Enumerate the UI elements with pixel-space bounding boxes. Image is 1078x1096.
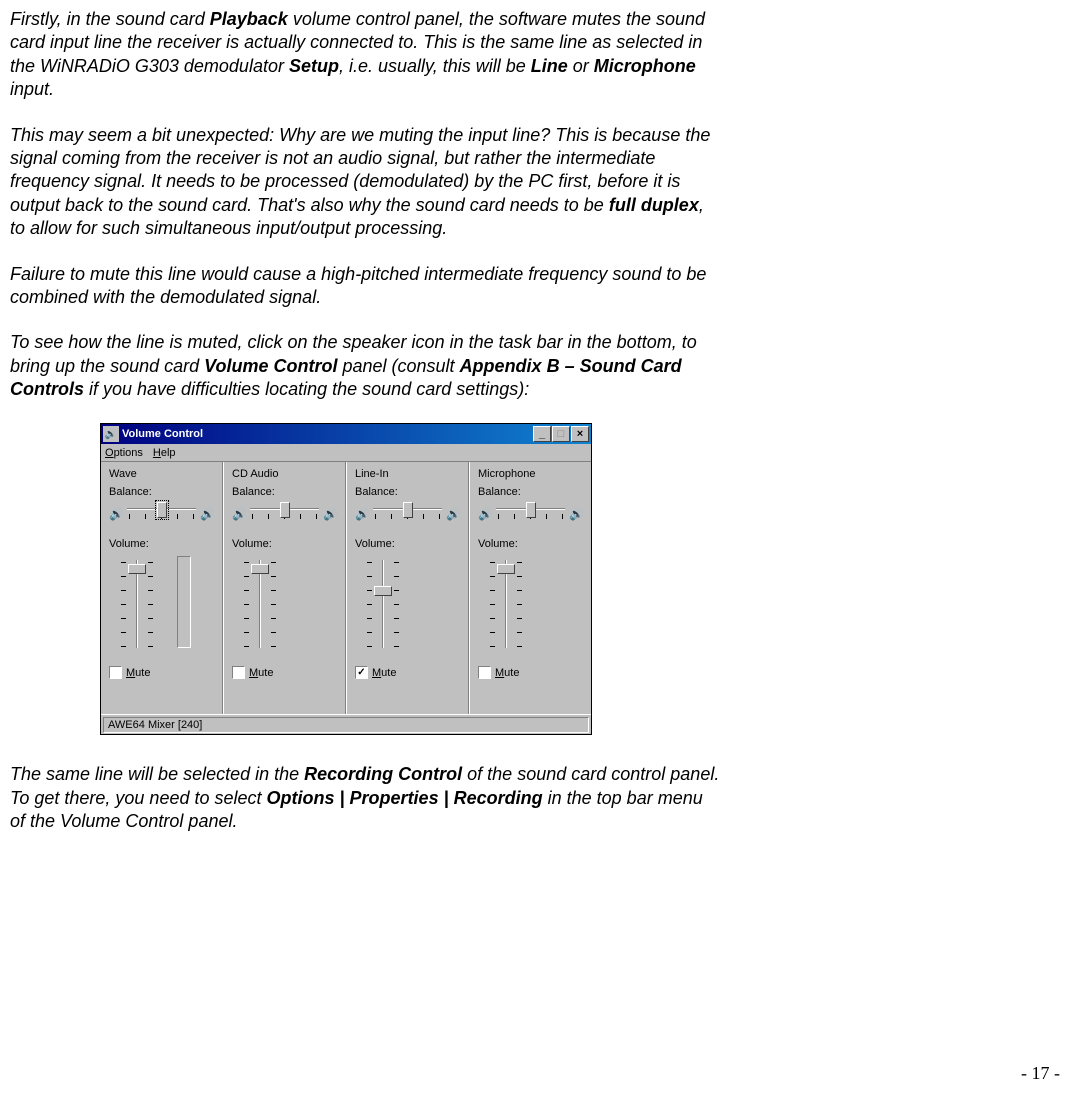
mixer-column-wave: WaveBalance:🔊🔊Volume:Mute	[101, 462, 223, 714]
app-icon: 🔊	[103, 426, 119, 442]
balance-control[interactable]: 🔊🔊	[109, 504, 214, 524]
titlebar[interactable]: 🔊 Volume Control _ □ ×	[101, 424, 591, 444]
mute-label: Mute	[372, 667, 396, 679]
paragraph-2: This may seem a bit unexpected: Why are …	[10, 124, 720, 241]
balance-control[interactable]: 🔊🔊	[232, 504, 337, 524]
paragraph-3: Failure to mute this line would cause a …	[10, 263, 720, 310]
volume-control-window: 🔊 Volume Control _ □ × Options Help Wave…	[100, 423, 592, 735]
mute-checkbox[interactable]	[232, 666, 245, 679]
maximize-button[interactable]: □	[552, 426, 570, 442]
balance-label: Balance:	[478, 486, 521, 498]
balance-label: Balance:	[232, 486, 275, 498]
speaker-left-icon: 🔊	[478, 507, 492, 521]
mixer-column-microphone: MicrophoneBalance:🔊🔊Volume:Mute	[469, 462, 591, 714]
speaker-right-icon: 🔊	[200, 507, 214, 521]
mute-label: Mute	[495, 667, 519, 679]
mute-checkbox[interactable]	[478, 666, 491, 679]
balance-slider[interactable]	[250, 504, 319, 524]
menu-help[interactable]: Help	[153, 447, 176, 459]
speaker-right-icon: 🔊	[323, 507, 337, 521]
volume-slider[interactable]	[490, 556, 522, 652]
speaker-right-icon: 🔊	[446, 507, 460, 521]
speaker-left-icon: 🔊	[232, 507, 246, 521]
speaker-right-icon: 🔊	[569, 507, 583, 521]
mute-control[interactable]: Mute	[478, 666, 519, 679]
balance-slider[interactable]	[127, 504, 196, 524]
column-title: Wave	[109, 468, 137, 480]
menubar: Options Help	[101, 444, 591, 462]
mixer-body: WaveBalance:🔊🔊Volume:MuteCD AudioBalance…	[101, 462, 591, 714]
mute-control[interactable]: Mute	[109, 666, 150, 679]
volume-label: Volume:	[109, 538, 149, 550]
volume-label: Volume:	[355, 538, 395, 550]
mute-label: Mute	[249, 667, 273, 679]
volume-slider[interactable]	[244, 556, 276, 652]
paragraph-4: To see how the line is muted, click on t…	[10, 331, 720, 401]
balance-control[interactable]: 🔊🔊	[478, 504, 583, 524]
paragraph-5: The same line will be selected in the Re…	[10, 763, 720, 833]
column-title: CD Audio	[232, 468, 278, 480]
volume-slider[interactable]	[121, 556, 153, 652]
mixer-column-line-in: Line-InBalance:🔊🔊Volume:✓Mute	[346, 462, 469, 714]
mute-control[interactable]: Mute	[232, 666, 273, 679]
volume-meter	[177, 556, 191, 648]
status-bar: AWE64 Mixer [240]	[101, 714, 591, 734]
speaker-left-icon: 🔊	[109, 507, 123, 521]
paragraph-1: Firstly, in the sound card Playback volu…	[10, 8, 720, 102]
speaker-left-icon: 🔊	[355, 507, 369, 521]
mute-control[interactable]: ✓ Mute	[355, 666, 396, 679]
mixer-column-cd-audio: CD AudioBalance:🔊🔊Volume:Mute	[223, 462, 346, 714]
close-button[interactable]: ×	[571, 426, 589, 442]
minimize-button[interactable]: _	[533, 426, 551, 442]
mute-label: Mute	[126, 667, 150, 679]
balance-slider[interactable]	[373, 504, 442, 524]
balance-slider[interactable]	[496, 504, 565, 524]
menu-options[interactable]: Options	[105, 447, 143, 459]
balance-label: Balance:	[109, 486, 152, 498]
balance-label: Balance:	[355, 486, 398, 498]
volume-label: Volume:	[478, 538, 518, 550]
column-title: Microphone	[478, 468, 535, 480]
column-title: Line-In	[355, 468, 389, 480]
volume-label: Volume:	[232, 538, 272, 550]
page-number: - 17 -	[1021, 1063, 1060, 1084]
mute-checkbox[interactable]: ✓	[355, 666, 368, 679]
volume-slider[interactable]	[367, 556, 399, 652]
mute-checkbox[interactable]	[109, 666, 122, 679]
window-title: Volume Control	[122, 428, 533, 440]
balance-control[interactable]: 🔊🔊	[355, 504, 460, 524]
